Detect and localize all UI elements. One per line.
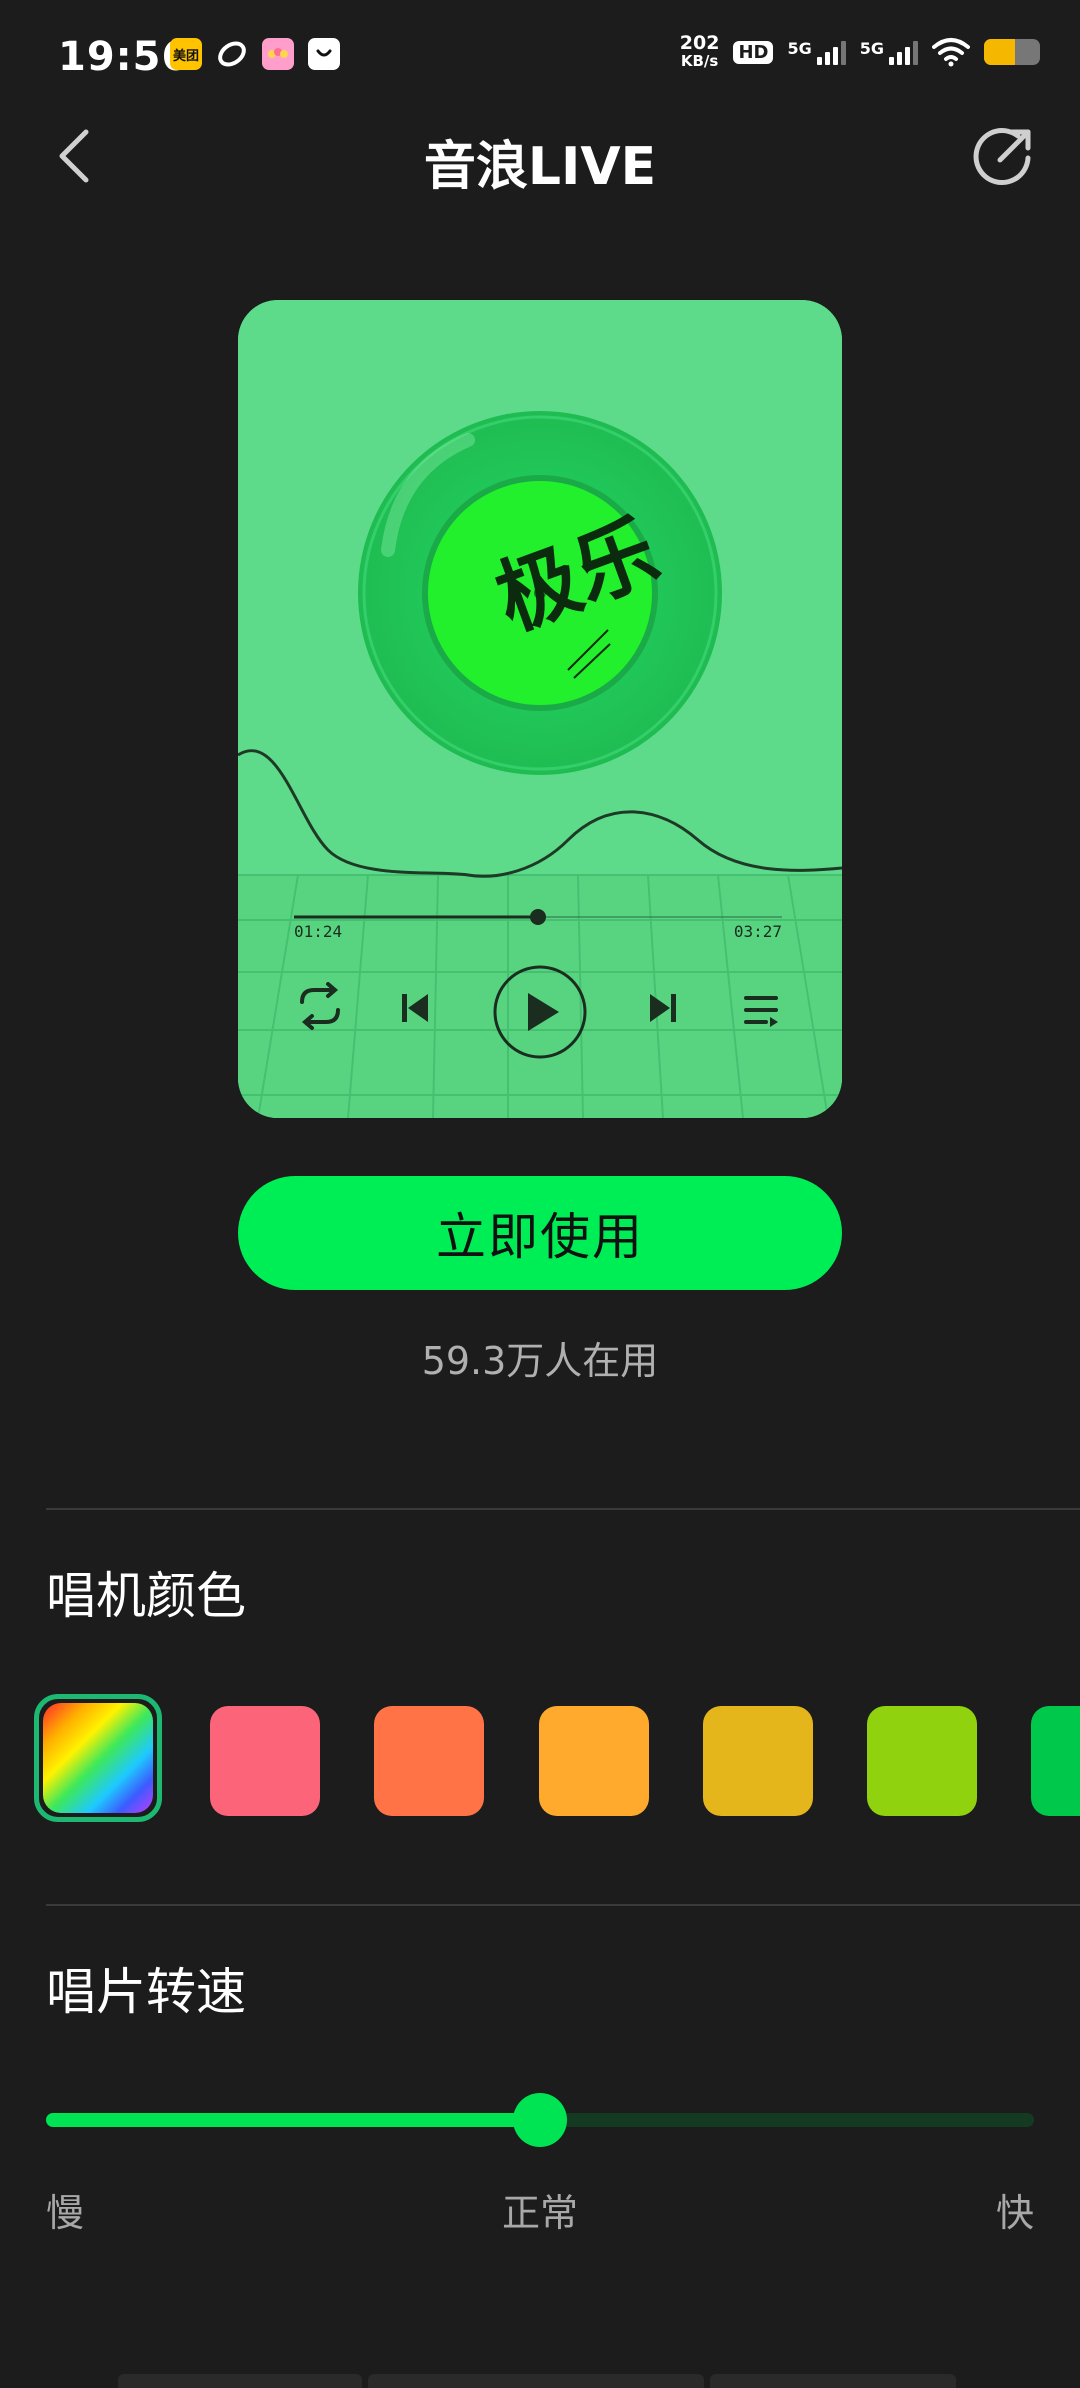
divider [46, 1904, 1080, 1906]
users-count: 59.3万人在用 [421, 1339, 659, 1383]
network-speed: 202 KB/s [679, 32, 720, 71]
status-right: 202 KB/s HD 5G 5G [680, 34, 1040, 70]
battery-fill [984, 39, 1015, 65]
swatch-gold[interactable] [703, 1706, 813, 1816]
signal-icon: 5G [787, 39, 846, 65]
vinyl-disc: 极乐 [358, 411, 722, 775]
player-preview-graphic: 极乐 01:24 03:27 [238, 300, 842, 1118]
speed-slider[interactable] [46, 2093, 1034, 2147]
swatch-coral[interactable] [374, 1706, 484, 1816]
player-preview-card[interactable]: 极乐 01:24 03:27 [238, 300, 842, 1118]
speed-section-title: 唱片转速 [46, 1963, 246, 2021]
meituan-icon: 美团 [170, 38, 202, 70]
divider [46, 1508, 1080, 1510]
notification-icons: 美团 [170, 38, 340, 70]
elapsed-time: 01:24 [294, 922, 342, 941]
speed-slider-thumb[interactable] [513, 2093, 567, 2147]
swatch-pink[interactable] [210, 1706, 320, 1816]
speed-slider-fill [46, 2113, 540, 2127]
network-speed-unit: KB/s [680, 52, 719, 70]
wifi-icon [932, 38, 970, 67]
progress-thumb[interactable] [530, 909, 546, 925]
page-title: 音浪LIVE [423, 137, 657, 197]
status-bar: 19:56 美团 202 KB/s HD 5G 5G [0, 0, 1080, 110]
signal-label: 5G [859, 39, 884, 58]
swatch-rainbow[interactable] [43, 1703, 153, 1813]
color-section-title: 唱机颜色 [46, 1567, 246, 1625]
swatch-orange[interactable] [539, 1706, 649, 1816]
battery-icon [984, 39, 1040, 65]
speed-label-fast: 快 [995, 2191, 1034, 2235]
swatch-green[interactable] [1031, 1706, 1080, 1816]
signal-icon: 5G [860, 39, 918, 65]
speed-label-normal: 正常 [501, 2191, 578, 2235]
shopping-bag-icon [308, 38, 340, 70]
signal-label: 5G [787, 39, 812, 58]
share-icon[interactable] [972, 124, 1036, 188]
total-time: 03:27 [734, 922, 782, 941]
pink-app-icon [262, 38, 294, 70]
swatch-lime[interactable] [867, 1706, 977, 1816]
network-speed-value: 202 [679, 32, 720, 54]
feather-app-icon [216, 38, 248, 70]
bottom-peek-bar [118, 2374, 956, 2388]
use-now-button[interactable]: 立即使用 [238, 1176, 842, 1290]
hd-badge: HD [733, 40, 774, 64]
